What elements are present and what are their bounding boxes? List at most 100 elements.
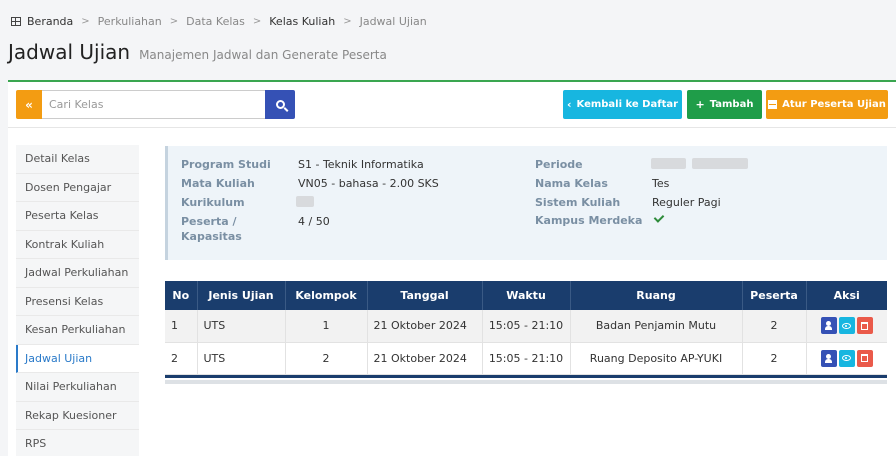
cell-kelompok: 1 [285, 310, 368, 343]
column-header[interactable]: Ruang [570, 281, 743, 310]
cell-ruang: Badan Penjamin Mutu [570, 310, 743, 343]
breadcrumb-home[interactable]: Beranda [11, 15, 73, 28]
column-header[interactable]: Kelompok [285, 281, 368, 310]
sistem-kuliah-value: Reguler Pagi [652, 196, 721, 209]
column-header[interactable]: Jenis Ujian [197, 281, 286, 310]
cell-aksi [806, 310, 887, 343]
eye-icon [842, 355, 852, 361]
back-to-list-button[interactable]: ‹ Kembali ke Daftar [563, 90, 682, 119]
nama-kelas-label: Nama Kelas [535, 177, 608, 190]
check-icon [653, 212, 665, 223]
peserta-kapasitas-label: Peserta / Kapasitas [181, 215, 242, 243]
back-to-list-label: Kembali ke Daftar [576, 99, 679, 110]
exam-schedule-table: No Jenis Ujian Kelompok Tanggal Waktu Ru… [165, 281, 887, 384]
search-input[interactable] [42, 90, 265, 119]
sidebar-item-peserta-kelas[interactable]: Peserta Kelas [16, 202, 139, 231]
cell-aksi [806, 342, 887, 375]
column-header[interactable]: Tanggal [367, 281, 483, 310]
delete-button[interactable] [856, 349, 873, 367]
chevron-right-icon: > [81, 16, 90, 27]
calendar-icon [768, 100, 778, 109]
cell-peserta: 2 [742, 342, 807, 375]
sidebar: Detail Kelas Dosen Pengajar Peserta Kela… [16, 145, 139, 456]
cell-no: 2 [165, 342, 198, 375]
toolbar: « ‹ Kembali ke Daftar + Tambah Atur Pese… [8, 82, 896, 128]
participants-button[interactable] [820, 349, 837, 367]
peserta-kapasitas-value: 4 / 50 [298, 215, 330, 228]
periode-label: Periode [535, 158, 583, 171]
mata-kuliah-value: VN05 - bahasa - 2.00 SKS [298, 177, 439, 190]
trash-icon [861, 354, 869, 362]
sidebar-item-dosen-pengajar[interactable]: Dosen Pengajar [16, 173, 139, 202]
sidebar-item-jadwal-perkuliahan[interactable]: Jadwal Perkuliahan [16, 259, 139, 288]
column-header[interactable]: No [165, 281, 198, 310]
sidebar-item-detail-kelas[interactable]: Detail Kelas [16, 145, 139, 174]
view-button[interactable] [838, 317, 855, 335]
sidebar-item-rekap-kuesioner[interactable]: Rekap Kuesioner [16, 401, 139, 430]
double-chevron-left-icon: « [25, 97, 33, 112]
cell-jenis-ujian: UTS [197, 310, 286, 343]
participants-button[interactable] [820, 317, 837, 335]
column-header[interactable]: Waktu [482, 281, 571, 310]
cell-kelompok: 2 [285, 342, 368, 375]
breadcrumb-item[interactable]: Kelas Kuliah [269, 15, 335, 28]
grid-icon [11, 17, 21, 26]
search-button[interactable] [265, 90, 295, 119]
periode-value-redacted [692, 158, 748, 169]
column-header: Aksi [806, 281, 887, 310]
cell-tanggal: 21 Oktober 2024 [367, 310, 483, 343]
table-row: 2 UTS 2 21 Oktober 2024 15:05 - 21:10 Ru… [165, 342, 887, 375]
main-card: « ‹ Kembali ke Daftar + Tambah Atur Pese… [8, 80, 896, 456]
collapse-sidebar-button[interactable]: « [16, 90, 42, 119]
cell-no: 1 [165, 310, 198, 343]
eye-icon [842, 322, 852, 329]
title-row: Jadwal Ujian Manajemen Jadwal dan Genera… [8, 40, 387, 64]
nama-kelas-value: Tes [652, 177, 670, 190]
mata-kuliah-label: Mata Kuliah [181, 177, 255, 190]
class-info-box: Program Studi S1 - Teknik Informatika Ma… [165, 146, 887, 260]
sidebar-item-kontrak-kuliah[interactable]: Kontrak Kuliah [16, 230, 139, 259]
cell-waktu: 15:05 - 21:10 [482, 310, 571, 343]
delete-button[interactable] [856, 317, 873, 335]
set-exam-participants-button[interactable]: Atur Peserta Ujian [766, 90, 888, 119]
table-header-row: No Jenis Ujian Kelompok Tanggal Waktu Ru… [165, 281, 887, 310]
sidebar-item-jadwal-ujian[interactable]: Jadwal Ujian [16, 344, 139, 373]
cell-peserta: 2 [742, 310, 807, 343]
kurikulum-value-redacted [296, 196, 314, 207]
page-title: Jadwal Ujian [8, 40, 131, 64]
program-studi-value: S1 - Teknik Informatika [298, 158, 424, 171]
search-icon [275, 100, 285, 109]
cell-jenis-ujian: UTS [197, 342, 286, 375]
cell-tanggal: 21 Oktober 2024 [367, 342, 483, 375]
kurikulum-label: Kurikulum [181, 196, 245, 209]
chevron-left-icon: ‹ [566, 98, 572, 111]
chevron-right-icon: > [343, 16, 352, 27]
sistem-kuliah-label: Sistem Kuliah [535, 196, 621, 209]
set-exam-participants-label: Atur Peserta Ujian [782, 99, 886, 110]
sidebar-item-rps[interactable]: RPS [16, 430, 139, 456]
horizontal-scrollbar[interactable] [165, 379, 887, 384]
breadcrumb: Beranda > Perkuliahan > Data Kelas > Kel… [11, 15, 427, 28]
breadcrumb-item[interactable]: Perkuliahan [98, 15, 162, 28]
table-footer-bar [165, 374, 887, 378]
add-label: Tambah [709, 99, 754, 110]
chevron-right-icon: > [252, 16, 262, 27]
breadcrumb-item[interactable]: Data Kelas [186, 15, 245, 28]
chevron-right-icon: > [169, 16, 179, 27]
user-icon [825, 353, 833, 363]
cell-waktu: 15:05 - 21:10 [482, 342, 571, 375]
breadcrumb-item: Beranda [27, 15, 74, 28]
view-button[interactable] [838, 349, 855, 367]
column-header[interactable]: Peserta [742, 281, 807, 310]
table-row: 1 UTS 1 21 Oktober 2024 15:05 - 21:10 Ba… [165, 310, 887, 343]
sidebar-item-presensi-kelas[interactable]: Presensi Kelas [16, 287, 139, 316]
cell-ruang: Ruang Deposito AP-YUKI [570, 342, 743, 375]
add-button[interactable]: + Tambah [687, 90, 762, 119]
periode-value-redacted [651, 158, 686, 169]
plus-icon: + [695, 98, 705, 111]
sidebar-item-kesan-perkuliahan[interactable]: Kesan Perkuliahan [16, 316, 139, 345]
sidebar-item-nilai-perkuliahan[interactable]: Nilai Perkuliahan [16, 373, 139, 402]
page-subtitle: Manajemen Jadwal dan Generate Peserta [139, 48, 387, 62]
user-icon [825, 321, 833, 331]
breadcrumb-item-current: Jadwal Ujian [359, 15, 427, 28]
